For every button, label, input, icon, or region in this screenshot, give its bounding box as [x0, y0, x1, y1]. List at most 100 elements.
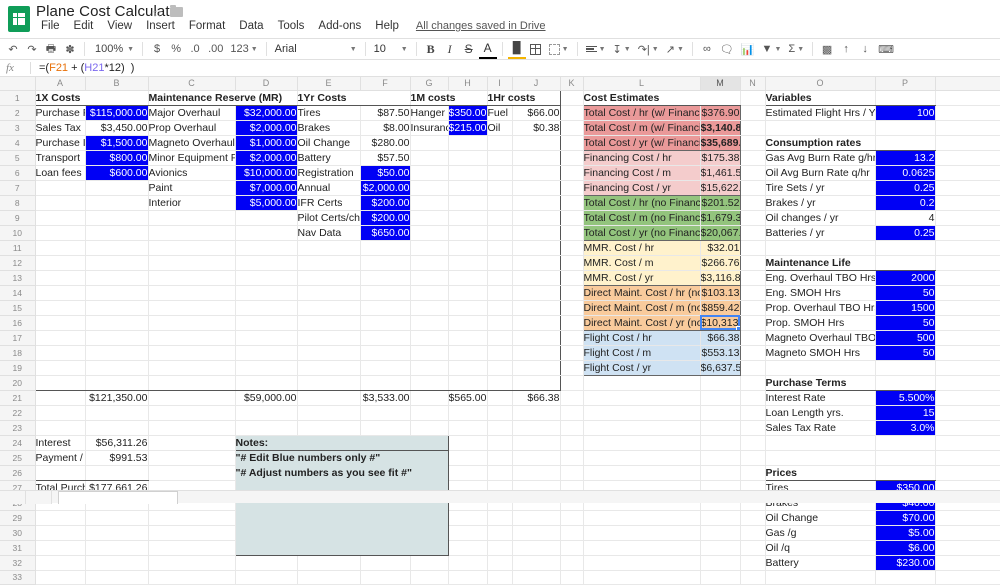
- cell-k3[interactable]: [560, 120, 583, 135]
- cell-l2[interactable]: Total Cost / hr (w/ Financing): [583, 105, 700, 120]
- cell-b8[interactable]: [85, 195, 148, 210]
- cell-l9[interactable]: Total Cost / m (no Financing): [583, 210, 700, 225]
- sheet-tab-active[interactable]: [58, 491, 178, 504]
- cell-h33[interactable]: [448, 570, 487, 584]
- cell-j12[interactable]: [512, 255, 560, 270]
- row-header-5[interactable]: 5: [0, 150, 35, 165]
- cell-k26[interactable]: [560, 465, 583, 480]
- text-color-icon[interactable]: A: [479, 39, 497, 59]
- cell-l18[interactable]: Flight Cost / m: [583, 345, 700, 360]
- cell-b2-purchase-price-input[interactable]: $115,000.00: [85, 105, 148, 120]
- cell-i18[interactable]: [487, 345, 512, 360]
- text-wrap-icon[interactable]: ↷|▼: [635, 39, 662, 59]
- cell-p24[interactable]: [875, 435, 935, 450]
- cell-n31[interactable]: [740, 540, 765, 555]
- cell-d17[interactable]: [235, 330, 297, 345]
- cell-j5[interactable]: [512, 150, 560, 165]
- cell-n26[interactable]: [740, 465, 765, 480]
- cell-b19[interactable]: [85, 360, 148, 375]
- cell-f13[interactable]: [360, 270, 410, 285]
- cell-k33[interactable]: [560, 570, 583, 584]
- cell-k15[interactable]: [560, 300, 583, 315]
- text-rotation-icon[interactable]: ↗▼: [663, 39, 687, 59]
- cell-a33[interactable]: [35, 570, 85, 584]
- cell-k5[interactable]: [560, 150, 583, 165]
- cell-e6[interactable]: Registration: [297, 165, 360, 180]
- increase-decimal-icon[interactable]: .00: [205, 39, 226, 59]
- cell-c26[interactable]: [148, 465, 235, 480]
- cell-p31-oil-price-input[interactable]: $6.00: [875, 540, 935, 555]
- row-header-31[interactable]: 31: [0, 540, 35, 555]
- cell-m20[interactable]: [700, 375, 740, 390]
- cell-b5-transport-input[interactable]: $800.00: [85, 150, 148, 165]
- cell-d7-paint-input[interactable]: $7,000.00: [235, 180, 297, 195]
- cell-p13-eng-tbo-input[interactable]: 2000: [875, 270, 935, 285]
- row-header-19[interactable]: 19: [0, 360, 35, 375]
- cell-i32[interactable]: [487, 555, 512, 570]
- cell-k2[interactable]: [560, 105, 583, 120]
- cell-c10[interactable]: [148, 225, 235, 240]
- add-sheet-button[interactable]: [0, 491, 26, 504]
- fill-color-icon[interactable]: █: [508, 39, 526, 59]
- cell-k10[interactable]: [560, 225, 583, 240]
- menu-item-view[interactable]: View: [100, 19, 139, 33]
- cell-o22[interactable]: Loan Length yrs.: [765, 405, 875, 420]
- cell-l8[interactable]: Total Cost / hr (no Financing): [583, 195, 700, 210]
- cell-i6[interactable]: [487, 165, 512, 180]
- filter-icon[interactable]: ▼▼: [759, 39, 785, 59]
- cell-l23[interactable]: [583, 420, 700, 435]
- cell-i11[interactable]: [487, 240, 512, 255]
- cell-f18[interactable]: [360, 345, 410, 360]
- cell-n20[interactable]: [740, 375, 765, 390]
- cell-m15[interactable]: $859.42: [700, 300, 740, 315]
- cell-p25[interactable]: [875, 450, 935, 465]
- column-header-k[interactable]: K: [560, 77, 583, 90]
- cell-h14[interactable]: [448, 285, 487, 300]
- cell-n1[interactable]: [740, 90, 765, 105]
- cell-k14[interactable]: [560, 285, 583, 300]
- cell-j3[interactable]: $0.38: [512, 120, 560, 135]
- cell-o31[interactable]: Oil /q: [765, 540, 875, 555]
- cell-a19[interactable]: [35, 360, 85, 375]
- cell-o6[interactable]: Oil Avg Burn Rate q/hr: [765, 165, 875, 180]
- cell-o24[interactable]: [765, 435, 875, 450]
- cell-c23[interactable]: [148, 420, 235, 435]
- row-header-6[interactable]: 6: [0, 165, 35, 180]
- cell-n19[interactable]: [740, 360, 765, 375]
- cell-h30[interactable]: [448, 525, 487, 540]
- cell-j33[interactable]: [512, 570, 560, 584]
- cell-m4[interactable]: $35,689.89: [700, 135, 740, 150]
- cell-o2[interactable]: Estimated Flight Hrs / Yr: [765, 105, 875, 120]
- cell-j26[interactable]: [512, 465, 560, 480]
- cell-n18[interactable]: [740, 345, 765, 360]
- row-header-2[interactable]: 2: [0, 105, 35, 120]
- cell-b9[interactable]: [85, 210, 148, 225]
- cell-h22[interactable]: [448, 405, 487, 420]
- cell-g8[interactable]: [410, 195, 448, 210]
- cell-m16-selected[interactable]: $10,313.00: [700, 315, 740, 330]
- cell-m29[interactable]: [700, 510, 740, 525]
- all-sheets-button[interactable]: [26, 491, 52, 504]
- cell-b3[interactable]: $3,450.00: [85, 120, 148, 135]
- cell-b33[interactable]: [85, 570, 148, 584]
- cell-e3[interactable]: Brakes: [297, 120, 360, 135]
- cell-c6[interactable]: Avionics: [148, 165, 235, 180]
- cell-m33[interactable]: [700, 570, 740, 584]
- cell-k13[interactable]: [560, 270, 583, 285]
- cell-k25[interactable]: [560, 450, 583, 465]
- menu-item-help[interactable]: Help: [368, 19, 406, 33]
- cell-p20[interactable]: [875, 375, 935, 390]
- cell-g22[interactable]: [410, 405, 448, 420]
- cell-j6[interactable]: [512, 165, 560, 180]
- cell-p18-magneto-smoh-input[interactable]: 50: [875, 345, 935, 360]
- cell-m7[interactable]: $15,622.51: [700, 180, 740, 195]
- zoom-selector[interactable]: 100%▼: [90, 39, 137, 59]
- cell-e32[interactable]: [297, 555, 360, 570]
- column-header-j[interactable]: J: [512, 77, 560, 90]
- cell-o32[interactable]: Battery: [765, 555, 875, 570]
- cell-n15[interactable]: [740, 300, 765, 315]
- cell-n13[interactable]: [740, 270, 765, 285]
- strikethrough-icon[interactable]: S: [460, 39, 478, 59]
- cell-f14[interactable]: [360, 285, 410, 300]
- cell-f2[interactable]: $87.50: [360, 105, 410, 120]
